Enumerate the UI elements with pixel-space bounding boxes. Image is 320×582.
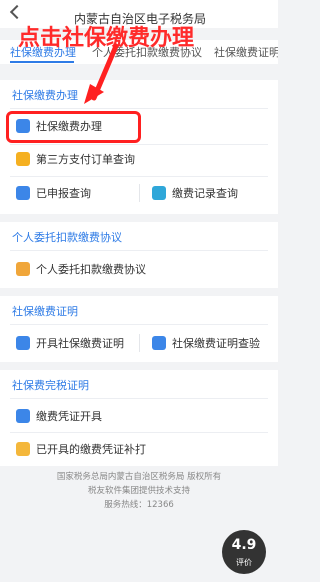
menu-item-issue-certificate[interactable]: 开具社保缴费证明 [16, 332, 124, 354]
menu-item-reprint-voucher[interactable]: 已开具的缴费凭证补打 [16, 438, 146, 460]
rating-button[interactable]: 4.9 评价 [222, 530, 266, 574]
divider [10, 432, 268, 433]
rating-score: 4.9 [231, 537, 257, 553]
item-label: 开具社保缴费证明 [36, 337, 124, 350]
menu-item-withholding-agreement[interactable]: 个人委托扣款缴费协议 [16, 258, 146, 280]
item-label: 个人委托扣款缴费协议 [36, 263, 146, 276]
item-label: 缴费凭证开具 [36, 410, 102, 423]
menu-item-payment-record-query[interactable]: 缴费记录查询 [152, 182, 238, 204]
item-label: 已申报查询 [36, 187, 91, 200]
tech-support-text: 税友软件集团提供技术支持 [87, 486, 190, 496]
shield-icon [16, 152, 30, 166]
search-icon [16, 186, 30, 200]
document-icon [152, 186, 166, 200]
menu-item-verify-certificate[interactable]: 社保缴费证明查验 [152, 332, 260, 354]
divider [10, 176, 268, 177]
section-title: 个人委托扣款缴费协议 [12, 231, 122, 244]
verify-icon [152, 336, 166, 350]
divider [10, 144, 268, 145]
divider [10, 250, 268, 251]
section-payment-certificate: 社保缴费证明 开具社保缴费证明 社保缴费证明查验 [0, 296, 278, 362]
divider [10, 398, 268, 399]
section-withholding-agreement: 个人委托扣款缴费协议 个人委托扣款缴费协议 [0, 222, 278, 288]
menu-item-issue-voucher[interactable]: 缴费凭证开具 [16, 405, 102, 427]
item-label: 第三方支付订单查询 [36, 153, 135, 166]
rating-label: 评价 [236, 558, 252, 567]
menu-item-declared-query[interactable]: 已申报查询 [16, 182, 91, 204]
copyright-text: 国家税务总局内蒙古自治区税务局 版权所有 [56, 472, 222, 482]
footer: 国家税务总局内蒙古自治区税务局 版权所有 税友软件集团提供技术支持 服务热线：1… [0, 470, 278, 512]
hotline-text: 服务热线：12366 [104, 500, 174, 510]
divider [10, 324, 268, 325]
reprint-icon [16, 442, 30, 456]
column-divider [139, 334, 140, 352]
section-tax-certificate: 社保费完税证明 缴费凭证开具 已开具的缴费凭证补打 [0, 370, 278, 466]
red-arrow-icon [84, 43, 119, 104]
column-divider [139, 184, 140, 202]
item-label: 社保缴费证明查验 [172, 337, 260, 350]
agreement-icon [16, 262, 30, 276]
certificate-icon [16, 336, 30, 350]
section-title: 社保缴费证明 [12, 305, 78, 318]
item-label: 已开具的缴费凭证补打 [36, 443, 146, 456]
section-title: 社保费完税证明 [12, 379, 89, 392]
voucher-icon [16, 409, 30, 423]
item-label: 缴费记录查询 [172, 187, 238, 200]
menu-item-third-party-order-query[interactable]: 第三方支付订单查询 [16, 148, 135, 170]
